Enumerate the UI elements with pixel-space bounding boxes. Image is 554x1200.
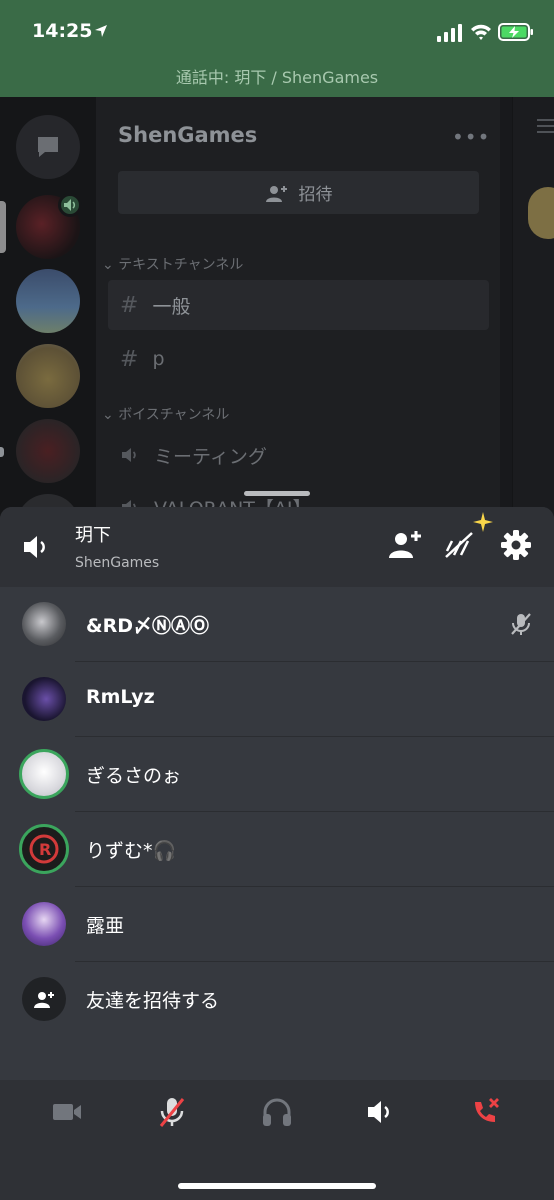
voice-member-row[interactable]: RmLyz — [0, 662, 554, 737]
speaker-icon — [368, 1101, 389, 1123]
battery-charging-icon — [498, 23, 533, 41]
microphone-muted-icon — [159, 1098, 185, 1127]
chevron-down-icon: ⌄ — [102, 407, 119, 423]
wifi-icon — [471, 24, 491, 40]
status-time: 14:25 — [32, 20, 93, 42]
channel-name: ミーティング — [154, 445, 267, 468]
add-member-button[interactable] — [388, 529, 422, 561]
voice-sheet-header: 玥下 ShenGames — [0, 507, 554, 587]
voice-active-badge — [58, 193, 82, 217]
cellular-signal-icon — [437, 24, 462, 42]
channel-item[interactable]: # 一般 — [108, 280, 489, 330]
server-icon-2[interactable] — [16, 269, 80, 333]
add-friend-icon — [22, 977, 66, 1021]
hash-icon: # — [120, 346, 139, 372]
selected-server-indicator — [0, 201, 6, 253]
gear-icon[interactable] — [500, 529, 532, 561]
invite-button[interactable]: 招待 — [118, 171, 479, 214]
avatar — [22, 602, 66, 646]
voice-member-row[interactable]: 露亜 — [0, 887, 554, 962]
hash-icon: # — [120, 292, 139, 318]
call-controls — [0, 1080, 554, 1200]
voice-channel-title: 玥下 — [75, 525, 111, 546]
avatar — [528, 187, 554, 239]
speaker-icon — [24, 536, 45, 558]
category-voice-channels[interactable]: ⌄ ボイスチャンネル — [102, 404, 229, 424]
sparkle-icon — [473, 512, 493, 532]
channel-name: 一般 — [152, 295, 191, 318]
invite-label: 招待 — [298, 185, 333, 205]
category-text-channels[interactable]: ⌄ テキストチャンネル — [102, 254, 243, 274]
add-person-icon — [34, 992, 54, 1008]
category-label: ボイスチャンネル — [118, 407, 230, 423]
member-name: ぎるさのぉ — [86, 765, 182, 787]
hang-up-icon — [475, 1098, 499, 1122]
server-icon-4[interactable] — [16, 419, 80, 483]
mute-microphone-button[interactable] — [152, 1095, 192, 1129]
voice-server-subtitle: ShenGames — [75, 555, 160, 571]
invite-friends-label: 友達を招待する — [86, 990, 220, 1012]
noise-suppression-button[interactable] — [444, 529, 474, 561]
chevron-down-icon: ⌄ — [102, 257, 119, 273]
server-icon-3[interactable] — [16, 344, 80, 408]
server-rail — [0, 97, 96, 558]
logo-icon: R — [29, 834, 59, 864]
disconnect-button[interactable] — [465, 1095, 505, 1129]
in-call-banner[interactable]: 通話中: 玥下 / ShenGames — [0, 64, 554, 88]
voice-member-row[interactable]: ぎるさのぉ — [0, 737, 554, 812]
avatar — [22, 902, 66, 946]
deafen-button[interactable] — [257, 1095, 297, 1129]
voice-member-row[interactable]: &RD〆ⓃⒶⓄ — [0, 587, 554, 662]
voice-member-row[interactable]: R りずむ*🎧 — [0, 812, 554, 887]
microphone-muted-icon — [511, 613, 531, 635]
chat-bubble-icon — [38, 137, 58, 157]
member-name: RmLyz — [86, 686, 155, 708]
speaker-output-button[interactable] — [361, 1095, 401, 1129]
avatar — [22, 677, 66, 721]
channel-list: ShenGames ••• 招待 ⌄ テキストチャンネル # 一般 # p ⌄ … — [96, 97, 500, 537]
unread-indicator — [0, 447, 4, 457]
avatar — [19, 749, 69, 799]
server-name[interactable]: ShenGames — [118, 123, 257, 147]
speaker-icon — [122, 448, 136, 462]
menu-icon — [537, 119, 554, 133]
speaker-icon — [64, 199, 76, 211]
voice-channel-item[interactable]: ミーティング — [108, 430, 489, 480]
svg-text:R: R — [39, 840, 51, 859]
home-indicator[interactable] — [178, 1183, 376, 1189]
background-app: ShenGames ••• 招待 ⌄ テキストチャンネル # 一般 # p ⌄ … — [0, 97, 554, 558]
member-name: 露亜 — [86, 915, 125, 937]
status-bar[interactable]: 14:25 通話中: 玥下 / ShenGames — [0, 0, 554, 97]
chat-panel-edge[interactable] — [512, 97, 554, 537]
headphones-icon — [263, 1098, 291, 1126]
sheet-grabber-handle[interactable] — [244, 491, 310, 496]
invite-friends-row[interactable]: 友達を招待する — [0, 962, 554, 1037]
channel-name: p — [152, 348, 165, 370]
category-label: テキストチャンネル — [118, 257, 244, 273]
server-options-button[interactable]: ••• — [452, 125, 490, 149]
direct-messages-button[interactable] — [16, 115, 80, 179]
app-root: 14:25 通話中: 玥下 / ShenGames ShenGames ••• … — [0, 0, 554, 1200]
member-name: &RD〆ⓃⒶⓄ — [86, 615, 209, 637]
video-camera-button[interactable] — [47, 1095, 87, 1129]
add-person-icon — [265, 185, 287, 202]
member-name: りずむ*🎧 — [86, 840, 177, 862]
video-camera-icon — [53, 1104, 81, 1120]
location-arrow-icon — [95, 25, 107, 37]
channel-item[interactable]: # p — [108, 334, 489, 384]
avatar: R — [19, 824, 69, 874]
